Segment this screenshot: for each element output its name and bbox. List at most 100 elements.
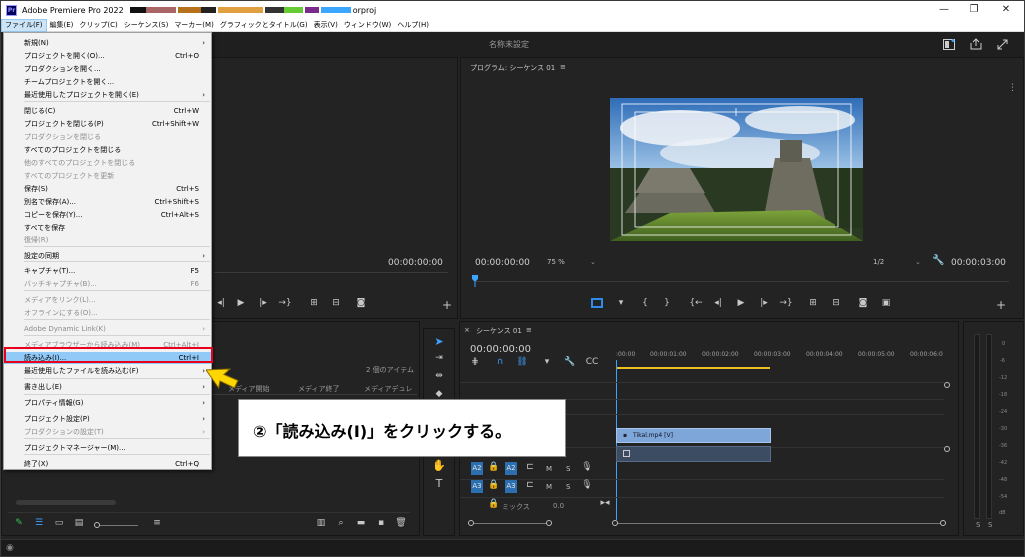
file-menu-item[interactable]: 設定の同期 ›	[4, 250, 211, 262]
file-menu-item[interactable]: プロジェクト設定(P) ›	[4, 413, 211, 425]
file-menu-item[interactable]: コピーを保存(Y)... Ctrl+Alt+S	[4, 209, 211, 221]
maximize-button[interactable]: ❐	[959, 1, 989, 19]
add-marker-icon[interactable]: ▾	[540, 357, 554, 367]
zoom-scroll-right[interactable]	[940, 520, 946, 526]
menu-view[interactable]: 表示(V)	[311, 19, 341, 32]
find-icon[interactable]: ⌕	[334, 518, 348, 528]
hand-tool-icon[interactable]: ✋	[432, 459, 446, 472]
freeform-view-icon[interactable]: ▤	[72, 518, 86, 528]
source-patch-a3[interactable]: A3	[471, 480, 483, 493]
playback-resolution[interactable]: 1/2	[873, 258, 884, 266]
safe-margins-icon[interactable]	[591, 298, 603, 308]
settings-wrench-icon[interactable]: 🔧	[932, 255, 944, 266]
menu-graphics[interactable]: グラフィックとタイトル(G)	[217, 19, 311, 32]
trash-icon[interactable]: 🗑	[394, 518, 408, 528]
fullscreen-icon[interactable]	[997, 39, 1008, 50]
marker-icon[interactable]: ▾	[614, 298, 628, 308]
panel-menu-icon[interactable]: ≡	[560, 63, 566, 71]
file-menu-item[interactable]: プロジェクトマネージャー(M)...	[4, 442, 211, 454]
menu-file[interactable]: ファイル(F)	[1, 18, 47, 32]
timeline-scroll-right[interactable]	[546, 520, 552, 526]
file-menu-item[interactable]: すべてのプロジェクトを閉じる	[4, 144, 211, 156]
go-to-edit-icon[interactable]: ▸◂	[598, 498, 612, 508]
resolution-dropdown-icon[interactable]: ⌄	[915, 258, 921, 266]
vertical-scroll-handle[interactable]	[944, 382, 950, 388]
lift-icon[interactable]: ⊞	[806, 298, 820, 308]
source-patch-a2[interactable]: A2	[471, 462, 483, 475]
file-menu-item[interactable]: 閉じる(C) Ctrl+W	[4, 105, 211, 117]
menu-sequence[interactable]: シーケンス(S)	[121, 19, 172, 32]
file-menu-item[interactable]: プロジェクトを開く(O)... Ctrl+O	[4, 50, 211, 62]
file-menu-item[interactable]: すべてを保存	[4, 222, 211, 234]
timeline-timecode[interactable]: 00:00:00:00	[470, 344, 531, 355]
new-bin-icon[interactable]: ▬	[354, 518, 368, 528]
file-menu-item[interactable]: プロパティ情報(G) ›	[4, 397, 211, 409]
file-menu-item[interactable]: 保存(S) Ctrl+S	[4, 183, 211, 195]
mix-value[interactable]: 0.0	[553, 502, 564, 510]
voiceover-mic-icon[interactable]: 🎙	[580, 480, 594, 490]
menu-edit[interactable]: 編集(E)	[47, 19, 77, 32]
step-forward-icon[interactable]: |▸	[256, 298, 270, 308]
sort-icon[interactable]: ≡	[150, 518, 164, 528]
linked-selection-icon[interactable]: ⛓	[515, 357, 529, 367]
project-scrollbar[interactable]	[16, 500, 116, 505]
list-view-icon[interactable]: ☰	[32, 518, 46, 528]
export-frame-icon[interactable]: ◙	[354, 298, 368, 308]
selection-tool-icon[interactable]: ➤	[432, 335, 446, 348]
lock-icon[interactable]: 🔒	[487, 480, 501, 490]
file-menu-item[interactable]: 書き出し(E) ›	[4, 381, 211, 393]
vertical-scroll-handle[interactable]	[944, 446, 950, 452]
timeline-tab-label[interactable]: シーケンス 01	[476, 326, 522, 336]
column-media-duration[interactable]: メディアデュレ	[364, 384, 412, 394]
comparison-view-icon[interactable]: ▣	[879, 298, 893, 308]
file-menu-item[interactable]: チームプロジェクトを開く...	[4, 76, 211, 88]
step-back-icon[interactable]: ◂|	[214, 298, 228, 308]
zoom-level[interactable]: 75 %	[547, 258, 565, 266]
menu-help[interactable]: ヘルプ(H)	[394, 19, 432, 32]
sync-lock-icon[interactable]: ⊏	[523, 480, 537, 490]
zoom-scroll-track[interactable]	[618, 523, 940, 524]
more-icon[interactable]: ⋮	[1008, 83, 1017, 93]
share-icon[interactable]	[970, 38, 982, 50]
add-button-icon[interactable]: +	[440, 298, 454, 312]
type-tool-icon[interactable]: T	[432, 477, 446, 490]
solo-button[interactable]: S	[566, 483, 570, 491]
mark-out-icon[interactable]: }	[660, 298, 674, 308]
go-to-out-icon[interactable]: →}	[779, 298, 793, 308]
mute-button[interactable]: M	[546, 465, 552, 473]
file-menu-item[interactable]: 最近使用したプロジェクトを開く(E) ›	[4, 89, 211, 101]
file-menu-item[interactable]: 新規(N) ›	[4, 37, 211, 49]
icon-view-icon[interactable]: ▭	[52, 518, 66, 528]
play-icon[interactable]: ▶	[234, 298, 248, 308]
insert-icon[interactable]: ⊞	[307, 298, 321, 308]
menu-window[interactable]: ウィンドウ(W)	[341, 19, 394, 32]
new-item-icon[interactable]: ▪	[374, 518, 388, 528]
zoom-dropdown-icon[interactable]: ⌄	[590, 258, 596, 266]
lock-icon[interactable]: 🔒	[487, 462, 501, 472]
razor-tool-icon[interactable]: ◆	[432, 389, 446, 399]
step-forward-icon[interactable]: |▸	[757, 298, 771, 308]
zoom-slider-track[interactable]	[100, 525, 138, 526]
panel-menu-icon[interactable]: ≡	[526, 326, 532, 334]
close-button[interactable]: ✕	[991, 1, 1021, 19]
step-back-icon[interactable]: ◂|	[711, 298, 725, 308]
column-media-end[interactable]: メディア終了	[298, 384, 340, 394]
file-menu-item[interactable]: 最近使用したファイルを読み込む(F) ›	[4, 365, 211, 377]
playhead-icon[interactable]	[471, 275, 479, 287]
track-target-a2[interactable]: A2	[505, 462, 517, 475]
file-menu-item[interactable]: 別名で保存(A)... Ctrl+Shift+S	[4, 196, 211, 208]
export-frame-icon[interactable]: ◙	[856, 298, 870, 308]
solo-left-button[interactable]: S	[976, 521, 980, 529]
track-target-a3[interactable]: A3	[505, 480, 517, 493]
ripple-edit-tool-icon[interactable]: ⇹	[432, 371, 446, 381]
captions-icon[interactable]: CC	[585, 357, 599, 367]
audio-clip[interactable]	[616, 446, 771, 462]
go-to-in-icon[interactable]: {←	[689, 298, 703, 308]
work-area-bar[interactable]	[617, 367, 770, 369]
mute-button[interactable]: M	[546, 483, 552, 491]
file-menu-item[interactable]: プロダクションを開く...	[4, 63, 211, 75]
minimize-button[interactable]: —	[929, 1, 959, 19]
track-select-tool-icon[interactable]: ⇥	[432, 353, 446, 363]
overwrite-icon[interactable]: ⊟	[329, 298, 343, 308]
timeline-settings-icon[interactable]: 🔧	[563, 357, 577, 367]
